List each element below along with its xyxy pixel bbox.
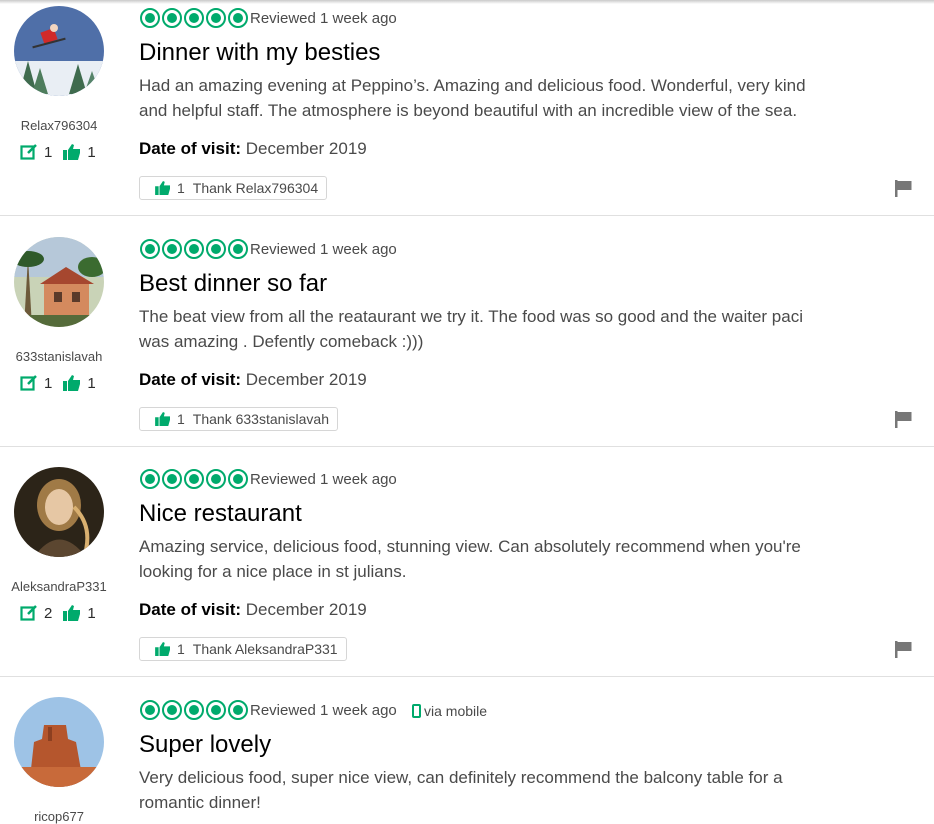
thumbs-up-icon (155, 412, 170, 426)
review-text-line: Amazing service, delicious food, stunnin… (139, 537, 801, 556)
edit-review-icon (20, 375, 37, 391)
rating-bubble (140, 700, 160, 720)
rating-bubble (206, 700, 226, 720)
mobile-phone-icon (412, 704, 421, 718)
rating-bubble (206, 8, 226, 28)
thank-count: 1 (177, 180, 185, 196)
date-of-visit-label: Date of visit: (139, 370, 242, 389)
rating-bubble (162, 469, 182, 489)
review-card: Relax796304 1 1 Reviewed 1 week ago Dinn… (0, 0, 934, 216)
rating-bubble (162, 8, 182, 28)
flag-icon[interactable] (895, 411, 913, 428)
date-of-visit: Date of visit: December 2019 (139, 139, 367, 159)
review-text: Very delicious food, super nice view, ca… (139, 765, 839, 815)
thank-count: 1 (177, 411, 185, 427)
date-of-visit: Date of visit: December 2019 (139, 370, 367, 390)
review-text-line: Had an amazing evening at Peppino’s. Ama… (139, 76, 806, 95)
username[interactable]: AleksandraP331 (0, 579, 118, 594)
review-card: ricop677 Reviewed 1 week ago via mobile … (0, 677, 934, 824)
contribution-count: 1 (44, 143, 53, 161)
rating-bubble (140, 239, 160, 259)
review-text-line: romantic dinner! (139, 793, 261, 812)
avatar[interactable] (14, 237, 104, 327)
review-text: Had an amazing evening at Peppino’s. Ama… (139, 73, 839, 123)
rating-bubble (184, 469, 204, 489)
date-of-visit-value: December 2019 (245, 139, 367, 158)
contribution-stats: 1 1 (20, 143, 107, 161)
thumbs-up-icon (155, 642, 170, 656)
rating-bubble (140, 8, 160, 28)
date-of-visit-label: Date of visit: (139, 600, 242, 619)
helpful-vote-count: 1 (87, 604, 96, 622)
review-text-line: The beat view from all the reataurant we… (139, 307, 803, 326)
rating-bubble (140, 469, 160, 489)
rating-bubbles (140, 239, 248, 259)
review-date: Reviewed 1 week ago (250, 10, 397, 27)
rating-bubble (206, 239, 226, 259)
rating-bubble (206, 469, 226, 489)
thank-button[interactable]: 1 Thank Relax796304 (139, 176, 328, 200)
review-title[interactable]: Nice restaurant (139, 500, 302, 528)
flag-icon[interactable] (895, 641, 913, 658)
date-of-visit-label: Date of visit: (139, 139, 242, 158)
username[interactable]: Relax796304 (0, 118, 118, 133)
thank-label: Thank AleksandraP331 (192, 641, 338, 657)
review-text: Amazing service, delicious food, stunnin… (139, 534, 839, 584)
date-of-visit: Date of visit: December 2019 (139, 600, 367, 620)
via-mobile-label: via mobile (424, 703, 488, 719)
thank-label: Thank Relax796304 (192, 180, 319, 196)
rating-bubble (228, 239, 248, 259)
helpful-vote-count: 1 (87, 374, 96, 392)
username[interactable]: ricop677 (0, 809, 118, 824)
review-date: Reviewed 1 week ago (250, 471, 397, 488)
review-card: 633stanislavah 1 1 Reviewed 1 week ago B… (0, 216, 934, 447)
thank-button[interactable]: 1 Thank 633stanislavah (139, 407, 338, 431)
rating-bubble (228, 8, 248, 28)
rating-bubbles (140, 469, 248, 489)
contribution-count: 1 (44, 374, 53, 392)
thank-count: 1 (177, 641, 185, 657)
review-title[interactable]: Super lovely (139, 731, 271, 759)
rating-bubbles (140, 8, 248, 28)
edit-review-icon (20, 144, 37, 160)
avatar[interactable] (14, 6, 104, 96)
rating-bubble (228, 469, 248, 489)
review-title[interactable]: Best dinner so far (139, 270, 327, 298)
thank-label: Thank 633stanislavah (192, 411, 329, 427)
rating-bubble (162, 700, 182, 720)
review-date: Reviewed 1 week ago (250, 241, 397, 258)
helpful-vote-count: 1 (87, 143, 96, 161)
review-text: The beat view from all the reataurant we… (139, 304, 839, 354)
review-title[interactable]: Dinner with my besties (139, 39, 380, 67)
via-mobile: via mobile (412, 703, 487, 719)
contribution-stats: 2 1 (20, 604, 107, 622)
edit-review-icon (20, 605, 37, 621)
rating-bubbles (140, 700, 248, 720)
contribution-stats: 1 1 (20, 374, 107, 392)
thumbs-up-icon (63, 144, 81, 160)
thumbs-up-icon (63, 605, 81, 621)
avatar[interactable] (14, 697, 104, 787)
rating-bubble (184, 239, 204, 259)
thumbs-up-icon (155, 181, 170, 195)
rating-bubble (162, 239, 182, 259)
review-text-line: and helpful staff. The atmosphere is bey… (139, 101, 798, 120)
rating-bubble (184, 8, 204, 28)
username[interactable]: 633stanislavah (0, 349, 118, 364)
contribution-count: 2 (44, 604, 53, 622)
flag-icon[interactable] (895, 180, 913, 197)
review-text-line: Very delicious food, super nice view, ca… (139, 768, 783, 787)
thank-button[interactable]: 1 Thank AleksandraP331 (139, 637, 347, 661)
rating-bubble (228, 700, 248, 720)
rating-bubble (184, 700, 204, 720)
thumbs-up-icon (63, 375, 81, 391)
avatar[interactable] (14, 467, 104, 557)
review-text-line: looking for a nice place in st julians. (139, 562, 407, 581)
review-date: Reviewed 1 week ago (250, 702, 397, 719)
date-of-visit-value: December 2019 (245, 600, 367, 619)
review-card: AleksandraP331 2 1 Reviewed 1 week ago N… (0, 447, 934, 677)
date-of-visit-value: December 2019 (245, 370, 367, 389)
review-text-line: was amazing . Defently comeback :))) (139, 332, 424, 351)
